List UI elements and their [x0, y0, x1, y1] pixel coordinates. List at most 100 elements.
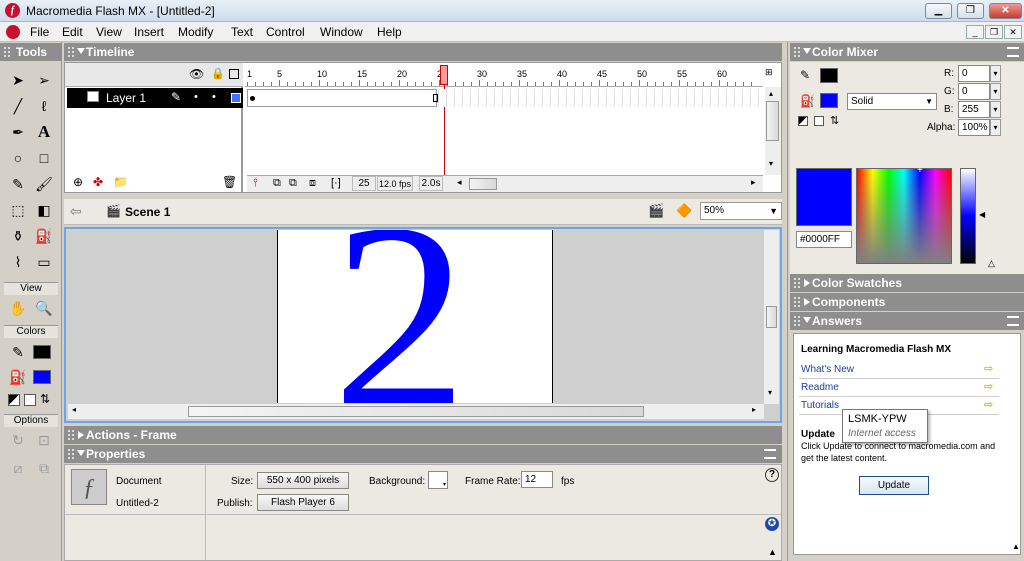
stage-vscrollbar[interactable]: ▾	[764, 230, 779, 404]
scroll-right-icon[interactable]: ▸	[752, 405, 756, 414]
g-input[interactable]: 0	[958, 83, 990, 100]
menu-file[interactable]: File	[30, 25, 49, 39]
help-icon[interactable]: ?	[765, 468, 779, 482]
stage-area[interactable]: 2 ◂ ▸ ▾	[64, 227, 782, 423]
scroll-down-icon[interactable]: ▾	[768, 388, 772, 397]
answers-header[interactable]: Answers	[790, 312, 1024, 330]
timeline-vscrollbar[interactable]: ▴ ▾	[765, 87, 781, 175]
layer-row[interactable]: Layer 1 ✎ • •	[67, 88, 243, 108]
line-tool-icon[interactable]: ╱	[6, 94, 30, 118]
panel-menu-icon[interactable]	[1007, 47, 1019, 57]
menu-modify[interactable]: Modify	[178, 25, 213, 39]
no-color-icon[interactable]	[814, 116, 824, 126]
onion-skin-icon[interactable]: ⧉	[273, 177, 281, 190]
background-color-swatch[interactable]: ▾	[428, 471, 448, 489]
collapse-mixer-icon[interactable]: △	[988, 258, 995, 269]
whats-new-link[interactable]: What's New	[801, 364, 854, 375]
outline-icon[interactable]	[229, 69, 239, 79]
stage-vscroll-thumb[interactable]	[766, 306, 777, 328]
no-color-icon[interactable]	[24, 394, 36, 406]
text-tool-icon[interactable]: A	[32, 120, 56, 144]
edit-symbols-icon[interactable]: 🔶	[676, 203, 692, 219]
outline-color-box[interactable]	[231, 93, 241, 103]
stroke-color-swatch[interactable]	[33, 345, 51, 359]
swap-colors-icon[interactable]: ⇅	[40, 392, 50, 406]
document-icon[interactable]	[6, 25, 20, 39]
collapse-answers-icon[interactable]: ▲	[1012, 542, 1020, 551]
minimize-button[interactable]: ▁	[925, 3, 952, 19]
size-button[interactable]: 550 x 400 pixels	[257, 472, 349, 489]
straighten-option-icon[interactable]: ⧄	[6, 456, 30, 480]
accessibility-icon[interactable]: ✪	[765, 517, 779, 531]
onion-outline-icon[interactable]: ⧉	[289, 177, 297, 190]
timeline-vscroll-thumb[interactable]	[766, 101, 779, 141]
brush-tool-icon[interactable]: 🖌	[32, 172, 56, 196]
back-arrow-icon[interactable]: ⇦	[70, 203, 82, 220]
add-guide-layer-icon[interactable]: ✤	[93, 175, 103, 189]
alpha-dropdown[interactable]: ▾	[990, 119, 1001, 136]
lock-dot[interactable]: •	[212, 91, 216, 103]
collapse-arrow-icon[interactable]	[803, 48, 811, 54]
color-spectrum[interactable]: +	[856, 165, 952, 264]
pen-tool-icon[interactable]: ✒	[6, 120, 30, 144]
eye-icon[interactable]: 👁	[189, 67, 204, 81]
components-header[interactable]: Components	[790, 293, 1024, 311]
panel-menu-icon[interactable]	[764, 449, 776, 459]
menu-text[interactable]: Text	[231, 25, 253, 39]
frame-rate-input[interactable]: 12	[521, 471, 553, 488]
hand-tool-icon[interactable]: ✋	[6, 296, 30, 320]
panel-menu-icon[interactable]	[1007, 316, 1019, 326]
alpha-input[interactable]: 100%	[958, 119, 990, 136]
layer-name[interactable]: Layer 1	[106, 91, 146, 105]
update-button[interactable]: Update	[859, 476, 929, 495]
oval-tool-icon[interactable]: ○	[6, 146, 30, 170]
snap-option-icon[interactable]: ↻	[6, 428, 30, 452]
close-button[interactable]: ✕	[989, 3, 1022, 19]
arrow-link-icon[interactable]: ⇨	[984, 380, 993, 393]
menu-view[interactable]: View	[96, 25, 122, 39]
g-dropdown[interactable]: ▾	[990, 83, 1001, 100]
doc-minimize-button[interactable]: _	[966, 25, 984, 39]
tutorials-link[interactable]: Tutorials	[801, 400, 839, 411]
collapse-properties-icon[interactable]: ▲	[768, 547, 777, 557]
scroll-right-icon[interactable]: ▸	[751, 177, 756, 188]
menu-help[interactable]: Help	[377, 25, 402, 39]
scroll-up-icon[interactable]: ▴	[769, 89, 773, 98]
restore-button[interactable]: ❐	[957, 3, 984, 19]
r-input[interactable]: 0	[958, 65, 990, 82]
edit-scene-icon[interactable]: 🎬	[648, 203, 664, 219]
menu-window[interactable]: Window	[320, 25, 363, 39]
frame-row[interactable]	[247, 89, 763, 107]
fill-transform-tool-icon[interactable]: ◧	[32, 198, 56, 222]
stage-canvas[interactable]: 2	[277, 230, 553, 403]
default-colors-icon[interactable]	[798, 116, 808, 126]
insert-folder-icon[interactable]: 📁	[113, 175, 128, 189]
insert-layer-icon[interactable]: ⊕	[73, 175, 83, 189]
onion-markers-icon[interactable]: [·]	[331, 177, 341, 189]
r-dropdown[interactable]: ▾	[990, 65, 1001, 82]
subselect-tool-icon[interactable]: ➢	[32, 68, 56, 92]
timeline-header[interactable]: Timeline	[64, 43, 782, 61]
expand-arrow-icon[interactable]	[804, 279, 810, 287]
arrow-link-icon[interactable]: ⇨	[984, 398, 993, 411]
mixer-stroke-swatch[interactable]	[820, 68, 838, 83]
eraser-tool-icon[interactable]: ▭	[32, 250, 56, 274]
edit-multiple-frames-icon[interactable]: ⧈	[309, 177, 316, 190]
stage-text-2[interactable]: 2	[332, 230, 468, 403]
publish-button[interactable]: Flash Player 6	[257, 494, 349, 511]
frame-ruler[interactable]: 151015202530354045505560	[245, 63, 763, 87]
tools-header[interactable]: Tools	[0, 43, 62, 61]
lock-icon[interactable]: 🔒	[211, 67, 225, 80]
doc-close-button[interactable]: ✕	[1004, 25, 1022, 39]
b-dropdown[interactable]: ▾	[990, 101, 1001, 118]
collapse-arrow-icon[interactable]	[77, 450, 85, 456]
brightness-marker[interactable]: ◀	[979, 210, 985, 219]
playhead[interactable]	[440, 65, 448, 85]
scroll-down-icon[interactable]: ▾	[769, 159, 773, 168]
fill-color-swatch[interactable]	[33, 370, 51, 384]
center-frame-icon[interactable]: ⫯	[253, 177, 258, 190]
smooth-option-icon[interactable]: ⊡	[32, 428, 56, 452]
ink-bottle-tool-icon[interactable]: ⚱	[6, 224, 30, 248]
fill-type-select[interactable]: Solid ▼	[847, 93, 937, 110]
zoom-tool-icon[interactable]: 🔍	[32, 296, 56, 320]
